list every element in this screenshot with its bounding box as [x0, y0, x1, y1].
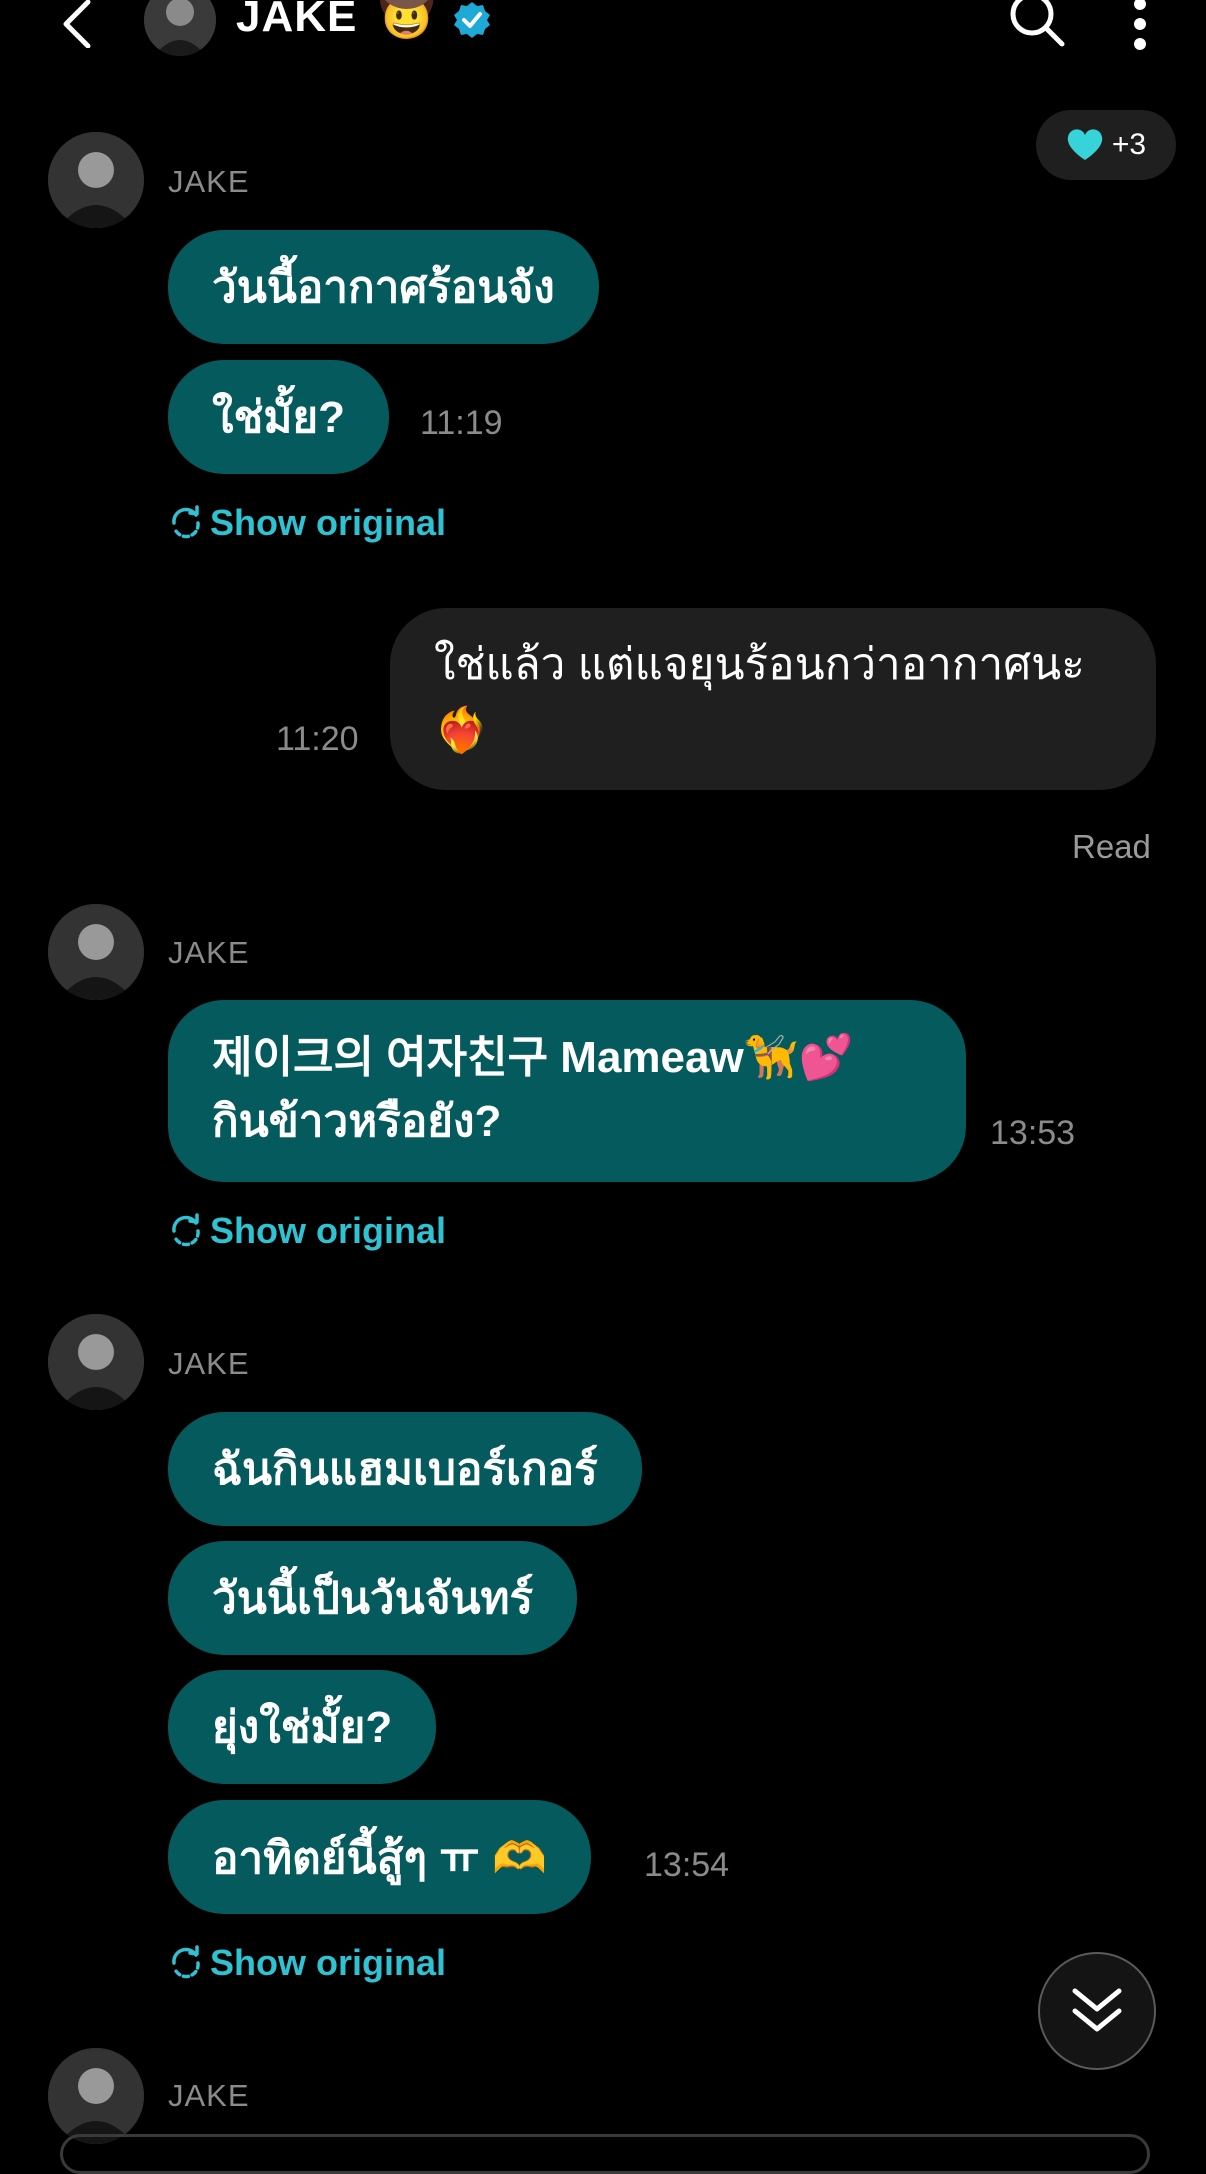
- message-time: 13:53: [990, 1114, 1076, 1152]
- message-bubble[interactable]: อาทิตย์นี้สู้ๆ ㅠ 🫶: [168, 1800, 591, 1914]
- heart-icon: [1067, 129, 1103, 160]
- show-original-label: Show original: [210, 1210, 447, 1251]
- sender-name: JAKE: [168, 2078, 250, 2113]
- chat-title: JAKE: [236, 0, 358, 41]
- reaction-pill[interactable]: +3: [1036, 110, 1176, 180]
- message-bubble[interactable]: 제이크의 여자친구 Mameaw🦮💕 กินข้าวหรือยัง?: [168, 1000, 966, 1182]
- avatar[interactable]: [48, 132, 144, 228]
- show-original-label: Show original: [210, 502, 447, 543]
- sender-name: JAKE: [168, 1346, 250, 1381]
- show-original-link[interactable]: Show original: [168, 1210, 446, 1252]
- message-bubble[interactable]: ยุ่งใช่มั้ย?: [168, 1670, 437, 1784]
- message-input-edge[interactable]: [60, 2134, 1150, 2174]
- show-original-label: Show original: [210, 1942, 447, 1983]
- back-icon[interactable]: [58, 0, 98, 49]
- avatar[interactable]: [48, 1314, 144, 1410]
- verified-icon: [452, 0, 492, 40]
- message-text-line: ใช่แล้ว แต่แจยุนร้อนกว่าอากาศนะ: [434, 640, 1085, 689]
- message-bubble[interactable]: วันนี้เป็นวันจันทร์: [168, 1541, 578, 1655]
- outgoing-message-bubble[interactable]: ใช่แล้ว แต่แจยุนร้อนกว่าอากาศนะ ❤️‍🔥: [390, 608, 1156, 790]
- title-emoji: 🤠: [378, 0, 436, 39]
- show-original-link[interactable]: Show original: [168, 502, 446, 544]
- double-chevron-down-icon: [1072, 1988, 1122, 2032]
- translate-icon: [172, 1945, 200, 1979]
- message-text-line: กินข้าวหรือยัง?: [212, 1097, 502, 1146]
- scroll-to-bottom-button[interactable]: [1038, 1952, 1156, 2070]
- message-bubble[interactable]: วันนี้อากาศร้อนจัง: [168, 230, 599, 344]
- header-avatar[interactable]: [144, 0, 216, 56]
- message-text-line: 제이크의 여자친구 Mameaw🦮💕: [212, 1033, 854, 1082]
- message-emoji: ❤️‍🔥: [434, 706, 489, 755]
- sender-name: JAKE: [168, 935, 250, 970]
- message-bubble[interactable]: ใช่มั้ย?: [168, 360, 390, 474]
- avatar[interactable]: [48, 2048, 144, 2144]
- message-bubble[interactable]: ฉันกินแฮมเบอร์เกอร์: [168, 1412, 642, 1526]
- sender-name: JAKE: [168, 164, 250, 199]
- avatar[interactable]: [48, 904, 144, 1000]
- more-icon[interactable]: [1122, 0, 1158, 50]
- translate-icon: [172, 1213, 200, 1247]
- read-status: Read: [1072, 828, 1151, 865]
- message-time: 11:19: [420, 404, 503, 442]
- message-time: 13:54: [644, 1846, 730, 1884]
- reaction-count: +3: [1111, 128, 1147, 161]
- show-original-link[interactable]: Show original: [168, 1942, 446, 1984]
- message-time: 11:20: [276, 720, 359, 758]
- search-icon[interactable]: [1008, 0, 1066, 48]
- translate-icon: [172, 505, 200, 539]
